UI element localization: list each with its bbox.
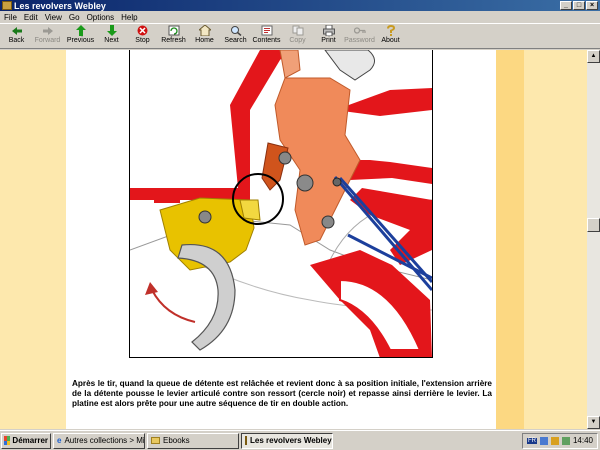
book-icon — [245, 436, 247, 445]
language-indicator[interactable]: FR — [526, 437, 537, 444]
copy-button[interactable]: Copy — [282, 24, 313, 48]
task-ebooks[interactable]: Ebooks — [147, 432, 239, 449]
menu-edit[interactable]: Edit — [22, 13, 43, 22]
window-title: Les revolvers Webley — [14, 0, 106, 11]
print-button[interactable]: Print — [313, 24, 344, 48]
search-label: Search — [224, 37, 247, 44]
volume-icon[interactable] — [550, 436, 559, 445]
back-button[interactable]: Back — [1, 24, 32, 48]
down-arrow-icon — [106, 25, 118, 36]
clock[interactable]: 14:40 — [573, 436, 593, 445]
scroll-down-button[interactable]: ▼ — [587, 416, 600, 429]
scroll-up-button[interactable]: ▲ — [587, 50, 600, 63]
menu-go[interactable]: Go — [67, 13, 85, 22]
menu-options[interactable]: Options — [85, 13, 120, 22]
print-label: Print — [321, 37, 336, 44]
page-margin-band — [496, 50, 524, 429]
toolbar: Back Forward Previous Next Stop Refresh … — [0, 23, 600, 49]
previous-button[interactable]: Previous — [65, 24, 96, 48]
tray-app-icon[interactable] — [561, 436, 570, 445]
password-label: Password — [344, 37, 375, 44]
copy-icon — [292, 25, 304, 36]
home-icon — [198, 25, 211, 36]
taskbar: Démarrer e Autres collections > Milit...… — [0, 430, 600, 450]
home-label: Home — [195, 37, 214, 44]
forward-label: Forward — [34, 37, 61, 44]
document-view: Après le tir, quand la queue de détente … — [0, 50, 587, 429]
revolver-lock-figure — [129, 50, 433, 358]
description-paragraph: Après le tir, quand la queue de détente … — [72, 379, 492, 408]
menu-view[interactable]: View — [43, 13, 67, 22]
task-label: Ebooks — [163, 436, 190, 445]
stop-label: Stop — [135, 37, 150, 44]
refresh-label: Refresh — [161, 37, 186, 44]
start-button[interactable]: Démarrer — [1, 432, 51, 449]
task-label: Autres collections > Milit... — [64, 436, 145, 445]
about-button[interactable]: About — [375, 24, 406, 48]
stop-icon — [137, 25, 149, 36]
task-autres-collections[interactable]: e Autres collections > Milit... — [53, 432, 145, 449]
search-button[interactable]: Search — [220, 24, 251, 48]
menu-file[interactable]: File — [2, 13, 22, 22]
forward-arrow-icon — [42, 25, 54, 36]
print-icon — [322, 25, 335, 36]
search-icon — [230, 25, 242, 36]
key-icon — [353, 25, 366, 36]
start-label: Démarrer — [12, 436, 48, 445]
menu-help[interactable]: Help — [119, 13, 142, 22]
system-tray: FR 14:40 — [521, 432, 598, 449]
task-revolvers-webley[interactable]: Les revolvers Webley — [241, 432, 333, 449]
next-label: Next — [104, 37, 119, 44]
app-book-icon — [2, 1, 12, 10]
windows-logo-icon — [4, 436, 11, 445]
previous-label: Previous — [66, 37, 95, 44]
back-label: Back — [8, 37, 25, 44]
refresh-icon — [168, 25, 180, 36]
folder-icon — [151, 437, 160, 444]
back-arrow-icon — [11, 25, 23, 36]
contents-icon — [261, 25, 273, 36]
vertical-scrollbar[interactable]: ▲ ▼ — [587, 50, 600, 429]
close-button[interactable]: × — [586, 1, 598, 10]
maximize-button[interactable]: □ — [573, 1, 585, 10]
contents-label: Contents — [252, 37, 281, 44]
minimize-button[interactable]: _ — [560, 1, 572, 10]
task-label: Les revolvers Webley — [250, 436, 332, 445]
next-button[interactable]: Next — [96, 24, 127, 48]
revolver-mechanism-illustration — [130, 50, 432, 357]
up-arrow-icon — [75, 25, 87, 36]
home-button[interactable]: Home — [189, 24, 220, 48]
copy-label: Copy — [289, 37, 306, 44]
title-bar[interactable]: Les revolvers Webley _ □ × — [0, 0, 600, 11]
menu-bar: File Edit View Go Options Help — [0, 11, 600, 23]
stop-button[interactable]: Stop — [127, 24, 158, 48]
password-button[interactable]: Password — [344, 24, 375, 48]
forward-button[interactable]: Forward — [32, 24, 63, 48]
ie-icon: e — [57, 436, 62, 445]
scroll-thumb[interactable] — [587, 218, 600, 232]
refresh-button[interactable]: Refresh — [158, 24, 189, 48]
about-label: About — [381, 37, 400, 44]
about-icon — [385, 25, 397, 36]
page: Après le tir, quand la queue de détente … — [66, 50, 496, 429]
network-icon[interactable] — [539, 436, 548, 445]
contents-button[interactable]: Contents — [251, 24, 282, 48]
